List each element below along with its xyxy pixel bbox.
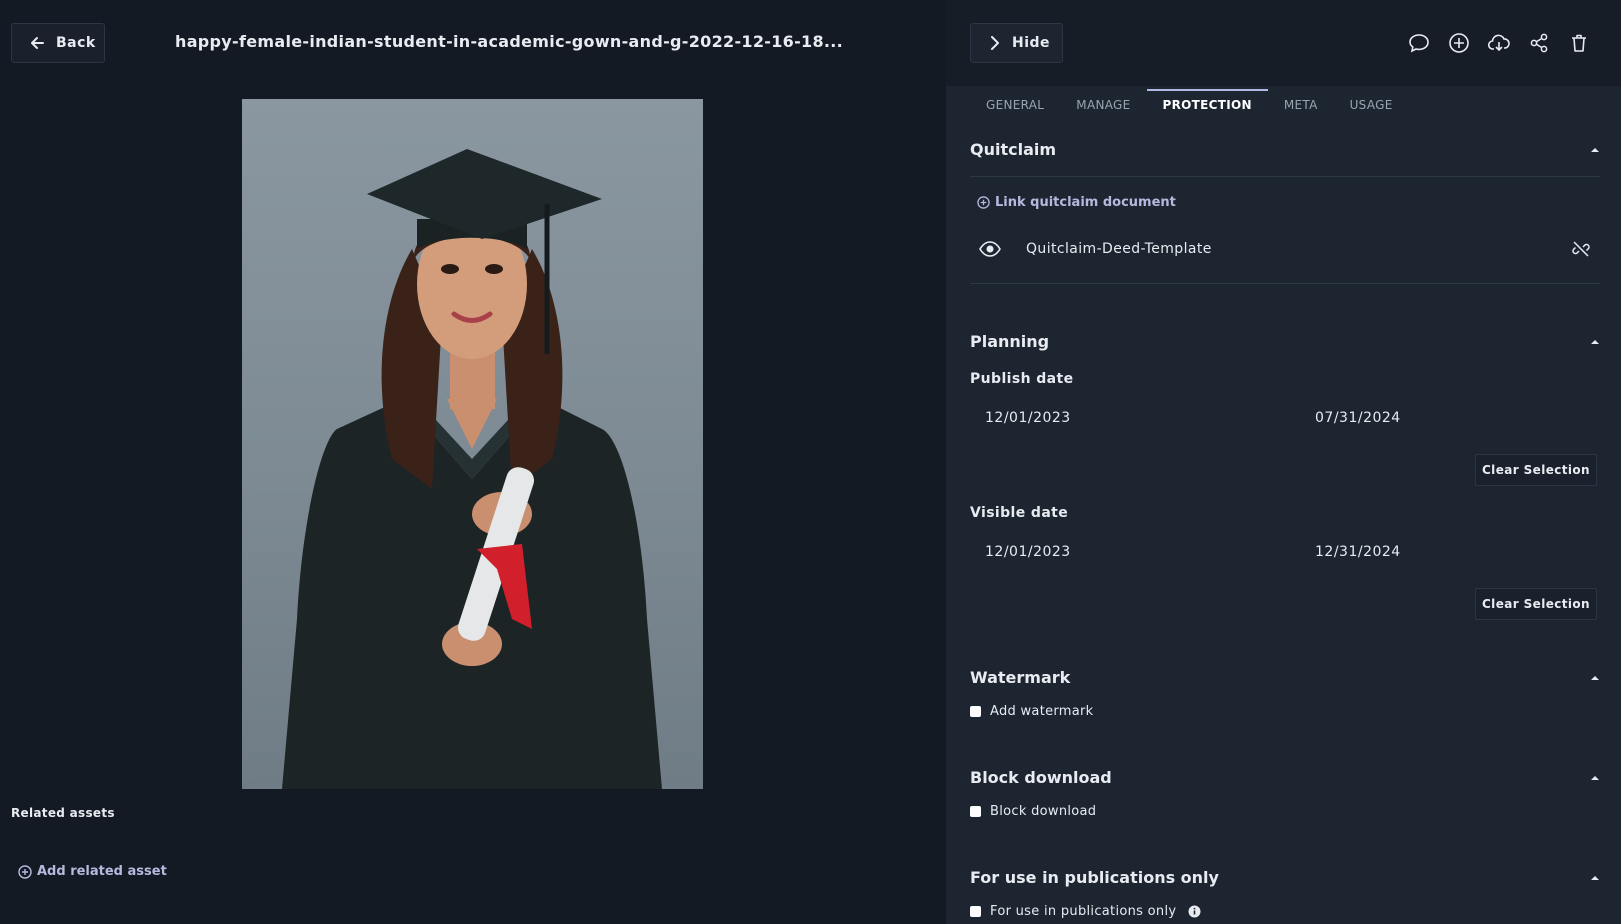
add-related-asset-label: Add related asset [37, 864, 167, 879]
block-download-label: Block download [990, 804, 1097, 819]
publish-date-label: Publish date [970, 371, 1074, 387]
caret-up-icon[interactable] [1590, 873, 1600, 883]
tab-manage[interactable]: MANAGE [1060, 89, 1146, 121]
details-header: Hide [946, 0, 1621, 86]
quitclaim-section-header: Quitclaim [970, 140, 1600, 159]
add-watermark-label: Add watermark [990, 704, 1094, 719]
block-download-section-header: Block download [970, 768, 1600, 787]
asset-toolbar [1408, 32, 1590, 54]
clear-publish-date-button[interactable]: Clear Selection [1475, 454, 1597, 486]
publications-section-header: For use in publications only [970, 868, 1600, 887]
delete-button[interactable] [1568, 32, 1590, 54]
back-label: Back [56, 35, 96, 51]
caret-up-icon[interactable] [1590, 673, 1600, 683]
add-watermark-checkbox[interactable] [970, 706, 981, 717]
caret-up-icon[interactable] [1590, 145, 1600, 155]
publish-end-date[interactable]: 07/31/2024 [1315, 410, 1401, 426]
chevron-right-icon [991, 36, 999, 50]
related-assets-label: Related assets [11, 806, 115, 820]
file-title: happy-female-indian-student-in-academic-… [175, 32, 844, 51]
unlink-icon[interactable] [1572, 240, 1590, 258]
arrow-left-icon [31, 37, 44, 49]
back-button[interactable]: Back [11, 23, 105, 63]
hide-label: Hide [1012, 35, 1051, 51]
block-download-title: Block download [970, 768, 1112, 787]
download-button[interactable] [1487, 32, 1510, 54]
comment-icon [1409, 34, 1429, 53]
info-icon[interactable] [1188, 905, 1201, 918]
publications-only-checkbox[interactable] [970, 906, 981, 917]
add-watermark-option: Add watermark [970, 704, 1094, 719]
planning-section-header: Planning [970, 332, 1600, 351]
visible-start-date[interactable]: 12/01/2023 [985, 544, 1071, 560]
share-button[interactable] [1528, 32, 1550, 54]
share-icon [1530, 33, 1548, 53]
details-panel: Hide GENERAL MANAGE PROTECTION META USAG… [946, 0, 1621, 924]
details-tabs: GENERAL MANAGE PROTECTION META USAGE [970, 89, 1409, 121]
asset-preview-pane: Back happy-female-indian-student-in-acad… [0, 0, 946, 924]
clear-visible-date-button[interactable]: Clear Selection [1475, 588, 1597, 620]
quitclaim-document-name: Quitclaim-Deed-Template [1026, 241, 1212, 257]
tab-protection[interactable]: PROTECTION [1146, 89, 1269, 121]
add-related-asset-link[interactable]: Add related asset [18, 864, 167, 879]
visible-date-label: Visible date [970, 505, 1069, 521]
divider [970, 283, 1600, 284]
tab-general[interactable]: GENERAL [970, 89, 1060, 121]
block-download-checkbox[interactable] [970, 806, 981, 817]
trash-icon [1572, 34, 1586, 52]
tab-usage[interactable]: USAGE [1334, 89, 1409, 121]
hide-panel-button[interactable]: Hide [970, 23, 1063, 63]
tab-meta[interactable]: META [1268, 89, 1334, 121]
comment-button[interactable] [1408, 32, 1430, 54]
add-circle-icon [18, 864, 32, 879]
quitclaim-title: Quitclaim [970, 140, 1057, 159]
watermark-section-header: Watermark [970, 668, 1600, 687]
watermark-title: Watermark [970, 668, 1071, 687]
publications-only-label: For use in publications only [990, 904, 1177, 919]
asset-image [242, 99, 703, 789]
link-quitclaim-document-link[interactable]: Link quitclaim document [977, 195, 1176, 210]
publications-title: For use in publications only [970, 868, 1219, 887]
publish-start-date[interactable]: 12/01/2023 [985, 410, 1071, 426]
cloud-download-icon [1487, 34, 1510, 52]
visible-end-date[interactable]: 12/31/2024 [1315, 544, 1401, 560]
link-quitclaim-label: Link quitclaim document [995, 195, 1176, 210]
block-download-option: Block download [970, 804, 1096, 819]
caret-up-icon[interactable] [1590, 337, 1600, 347]
caret-up-icon[interactable] [1590, 773, 1600, 783]
add-circle-icon [1449, 33, 1469, 53]
publications-only-option: For use in publications only [970, 904, 1201, 919]
quitclaim-document-row: Quitclaim-Deed-Template [970, 232, 1600, 266]
planning-title: Planning [970, 332, 1050, 351]
divider [970, 176, 1600, 177]
eye-icon[interactable] [979, 240, 1001, 258]
add-circle-icon [977, 196, 990, 209]
add-to-collection-button[interactable] [1448, 32, 1470, 54]
